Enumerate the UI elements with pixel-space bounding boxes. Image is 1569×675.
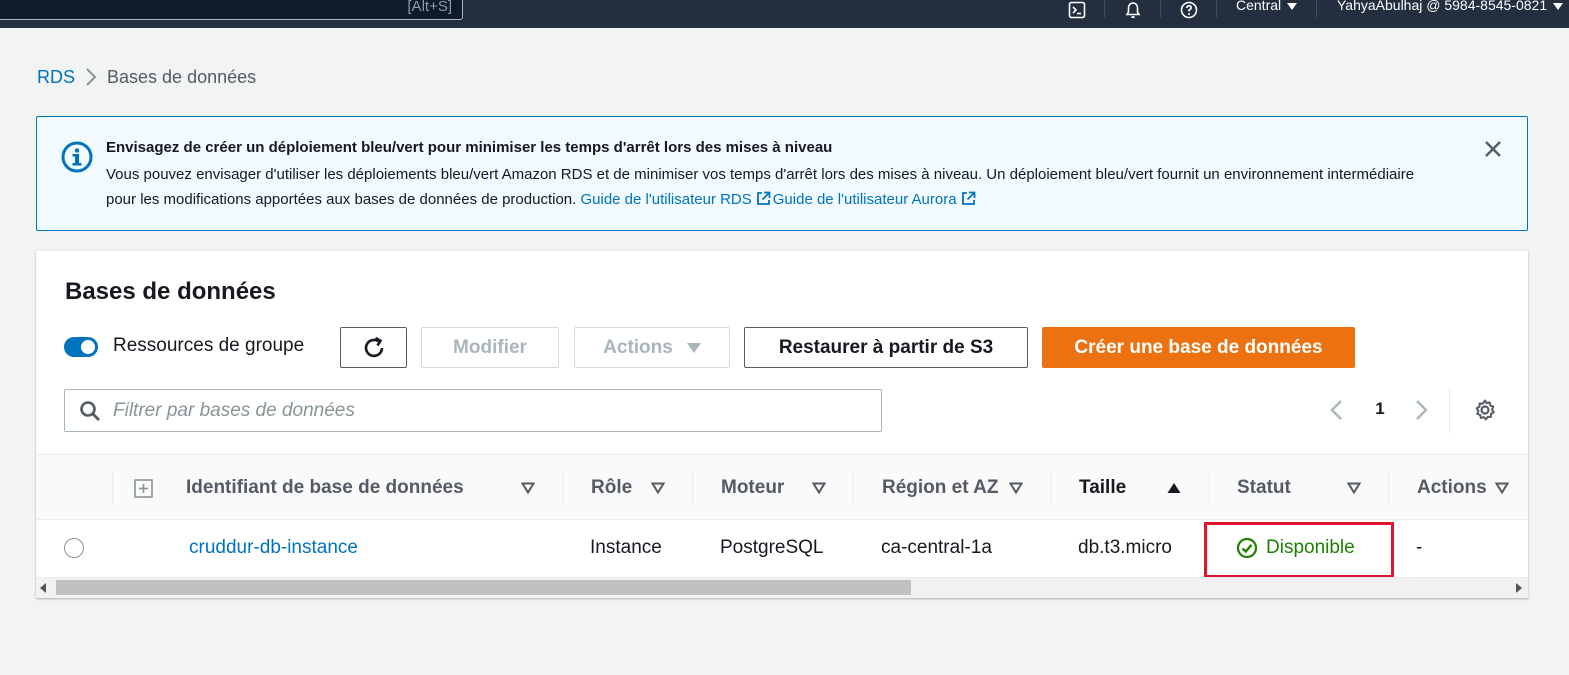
table-header: Identifiant de base de données Rôle Mote… <box>36 454 1528 520</box>
external-link-icon <box>961 191 975 205</box>
chevron-right-icon <box>75 64 107 90</box>
info-icon <box>61 141 93 173</box>
column-divider <box>1209 471 1210 505</box>
database-filter[interactable] <box>64 389 882 432</box>
breadcrumb-current: Bases de données <box>107 66 257 87</box>
db-role-cell: Instance <box>590 537 662 558</box>
column-header-region[interactable]: Région et AZ <box>882 455 998 520</box>
database-filter-input[interactable] <box>113 390 873 431</box>
aurora-user-guide-link[interactable]: Guide de l'utilisateur Aurora <box>773 191 957 208</box>
chevron-right-icon[interactable] <box>1410 399 1432 421</box>
refresh-button[interactable] <box>340 327 407 368</box>
refresh-icon <box>364 336 383 357</box>
sort-icon[interactable] <box>521 482 535 494</box>
account-menu[interactable]: YahyaAbulhaj @ 5984-8545-0821 <box>1337 0 1564 13</box>
db-identifier-link[interactable]: cruddur-db-instance <box>189 520 358 576</box>
pager-divider <box>1449 389 1450 433</box>
nav-divider <box>1316 0 1317 18</box>
nav-divider <box>1160 0 1161 18</box>
sort-icon[interactable] <box>1495 482 1509 494</box>
chevron-left-icon[interactable] <box>1326 399 1348 421</box>
panel-title: Bases de données <box>65 278 276 305</box>
caret-down-icon <box>686 342 701 353</box>
search-shortcut-hint: [Alt+S] <box>407 0 452 15</box>
sort-icon[interactable] <box>1347 482 1361 494</box>
row-select-radio[interactable] <box>64 538 84 558</box>
actions-dropdown-button[interactable]: Actions <box>574 327 730 368</box>
column-header-engine[interactable]: Moteur <box>721 455 784 520</box>
create-database-button[interactable]: Créer une base de données <box>1042 327 1355 368</box>
current-page-number[interactable]: 1 <box>1372 399 1388 419</box>
scroll-right-arrow-icon[interactable] <box>1516 583 1522 593</box>
group-resources-label: Ressources de groupe <box>113 335 305 356</box>
scrollbar-thumb[interactable] <box>56 580 911 595</box>
notifications-bell-icon[interactable] <box>1122 0 1144 20</box>
group-resources-toggle[interactable] <box>64 337 98 357</box>
expand-all-icon[interactable] <box>134 479 153 498</box>
column-header-status[interactable]: Statut <box>1237 455 1291 520</box>
help-icon[interactable] <box>1178 0 1200 20</box>
db-actions-cell: - <box>1416 537 1423 558</box>
column-divider <box>112 471 113 505</box>
alert-title: Envisagez de créer un déploiement bleu/v… <box>106 139 833 156</box>
chevron-down-icon <box>1287 2 1298 10</box>
close-icon[interactable] <box>1483 139 1503 159</box>
region-label: Central <box>1236 0 1282 13</box>
column-divider <box>1388 471 1389 505</box>
breadcrumb: RDS Bases de données <box>37 64 256 90</box>
column-header-actions[interactable]: Actions <box>1417 455 1487 520</box>
cloudshell-icon[interactable] <box>1066 0 1088 20</box>
horizontal-scrollbar[interactable] <box>36 577 1528 598</box>
gear-icon[interactable] <box>1473 398 1497 422</box>
actions-button-label: Actions <box>603 336 673 358</box>
top-navigation-bar: [Alt+S] Central YahyaAbulhaj @ 5984-8545… <box>0 0 1569 28</box>
table-row: cruddur-db-instance Instance PostgreSQL … <box>36 520 1528 578</box>
restore-from-s3-button[interactable]: Restaurer à partir de S3 <box>744 327 1028 368</box>
global-search-field[interactable]: [Alt+S] <box>0 0 463 20</box>
breadcrumb-rds-link[interactable]: RDS <box>37 67 75 88</box>
status-highlight-box <box>1204 522 1394 578</box>
sort-icon[interactable] <box>651 482 665 494</box>
column-divider <box>1050 471 1051 505</box>
toggle-knob <box>81 340 95 354</box>
nav-divider <box>1104 0 1105 18</box>
sort-ascending-icon[interactable] <box>1167 482 1181 494</box>
db-engine-cell: PostgreSQL <box>720 537 824 558</box>
databases-panel: Bases de données Ressources de groupe Mo… <box>36 250 1528 598</box>
modify-button[interactable]: Modifier <box>421 327 559 368</box>
alert-body: Vous pouvez envisager d'utiliser les dép… <box>106 162 1446 212</box>
region-selector[interactable]: Central <box>1236 0 1298 13</box>
rds-user-guide-link[interactable]: Guide de l'utilisateur RDS <box>580 191 751 208</box>
sort-icon[interactable] <box>1009 482 1023 494</box>
column-divider <box>853 471 854 505</box>
blue-green-info-alert: Envisagez de créer un déploiement bleu/v… <box>36 116 1528 231</box>
nav-divider <box>1216 0 1217 18</box>
column-header-role[interactable]: Rôle <box>591 455 632 520</box>
scroll-left-arrow-icon[interactable] <box>40 583 46 593</box>
external-link-icon <box>756 191 771 205</box>
search-icon <box>80 401 100 421</box>
column-divider <box>562 471 563 505</box>
account-label: YahyaAbulhaj @ 5984-8545-0821 <box>1337 0 1548 13</box>
chevron-down-icon <box>1553 2 1564 10</box>
db-size-cell: db.t3.micro <box>1078 537 1172 558</box>
column-header-identifier[interactable]: Identifiant de base de données <box>186 455 464 520</box>
sort-icon[interactable] <box>812 482 826 494</box>
column-header-size[interactable]: Taille <box>1079 455 1126 520</box>
db-region-cell: ca-central-1a <box>881 537 992 558</box>
column-divider <box>692 471 693 505</box>
